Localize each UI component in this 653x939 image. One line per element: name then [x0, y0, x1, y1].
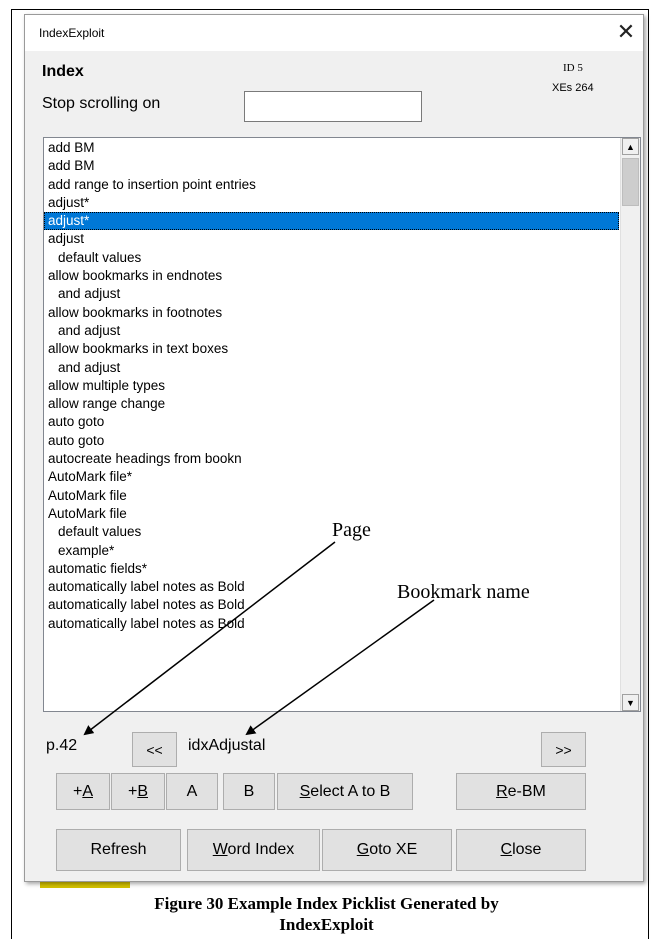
select-a-to-b-accel: S — [299, 782, 311, 800]
list-item[interactable]: and adjust — [44, 322, 619, 340]
title-bar: IndexExploit ✕ — [25, 15, 643, 51]
re-bm-accel: R — [496, 782, 508, 800]
next-button[interactable]: >> — [541, 732, 586, 767]
close-accel: C — [500, 841, 513, 858]
index-entry-listbox[interactable]: add BM add BM add range to insertion point… — [43, 137, 641, 712]
close-button[interactable]: Close — [456, 829, 586, 871]
list-item[interactable]: auto goto — [44, 413, 619, 431]
bookmark-name-annotation-label: Bookmark name — [397, 581, 530, 603]
add-b-prefix: + — [127, 782, 138, 800]
figure-caption-line2: IndexExploit — [279, 915, 374, 934]
list-item[interactable]: example* — [44, 542, 619, 560]
list-item[interactable]: allow bookmarks in footnotes — [44, 304, 619, 322]
list-item[interactable]: allow multiple types — [44, 377, 619, 395]
list-item[interactable]: auto goto — [44, 432, 619, 450]
close-rest: lose — [512, 841, 542, 858]
list-item[interactable]: adjust* — [44, 212, 619, 231]
list-item[interactable]: and adjust — [44, 359, 619, 377]
list-item[interactable]: add BM — [44, 139, 619, 157]
list-item[interactable]: allow range change — [44, 395, 619, 413]
bookmark-name-label: idxAdjustal — [188, 737, 266, 754]
list-item[interactable]: automatically label notes as Bold — [44, 615, 619, 633]
stop-scrolling-label: Stop scrolling on — [42, 95, 161, 112]
list-item[interactable]: adjust* — [44, 194, 619, 212]
goto-xe-button[interactable]: Goto XE — [322, 829, 452, 871]
goto-xe-rest: oto XE — [369, 841, 418, 858]
figure-caption-line1: Figure 30 Example Index Picklist Generat… — [154, 894, 499, 913]
index-exploit-dialog: IndexExploit ✕ Index ID 5 XEs 264 Stop s… — [24, 14, 644, 882]
list-item[interactable]: add range to insertion point entries — [44, 176, 619, 194]
previous-button[interactable]: << — [132, 732, 177, 767]
re-bm-rest: e-BM — [507, 782, 546, 800]
list-item[interactable]: allow bookmarks in text boxes — [44, 340, 619, 358]
vertical-scrollbar[interactable]: ▲ ▼ — [620, 138, 640, 711]
add-a-button[interactable]: +A — [56, 773, 110, 810]
index-heading: Index — [42, 63, 84, 80]
list-item[interactable]: automatically label notes as Bold — [44, 596, 619, 614]
page-annotation-label: Page — [332, 519, 371, 541]
list-item[interactable]: automatic fields* — [44, 560, 619, 578]
re-bm-button[interactable]: Re-BM — [456, 773, 586, 810]
page-number-label: p.42 — [46, 737, 78, 754]
id-label: ID 5 — [563, 62, 583, 74]
list-item[interactable]: allow bookmarks in endnotes — [44, 267, 619, 285]
word-index-rest: ord Index — [227, 841, 295, 858]
scroll-down-arrow-icon[interactable]: ▼ — [622, 694, 639, 711]
list-item[interactable]: and adjust — [44, 285, 619, 303]
refresh-button[interactable]: Refresh — [56, 829, 181, 871]
list-item[interactable]: add BM — [44, 157, 619, 175]
index-entry-list: add BM add BM add range to insertion point… — [44, 139, 619, 633]
goto-xe-accel: G — [356, 841, 370, 858]
add-a-accel: A — [82, 782, 93, 800]
add-b-button[interactable]: +B — [111, 773, 165, 810]
window-title: IndexExploit — [39, 26, 105, 40]
list-item[interactable]: AutoMark file — [44, 487, 619, 505]
select-a-to-b-button[interactable]: Select A to B — [277, 773, 413, 810]
xes-count-label: XEs 264 — [552, 82, 594, 94]
select-a-to-b-rest: elect A to B — [310, 782, 391, 800]
list-item[interactable]: AutoMark file* — [44, 468, 619, 486]
list-item[interactable]: automatically label notes as Bold — [44, 578, 619, 596]
a-button[interactable]: A — [166, 773, 218, 810]
add-a-prefix: + — [72, 782, 83, 800]
word-index-button[interactable]: Word Index — [187, 829, 320, 871]
scroll-thumb[interactable] — [622, 158, 639, 206]
b-button[interactable]: B — [223, 773, 275, 810]
close-icon[interactable]: ✕ — [611, 19, 641, 45]
scroll-up-arrow-icon[interactable]: ▲ — [622, 138, 639, 155]
word-index-accel: W — [212, 841, 228, 858]
stop-scrolling-input[interactable] — [244, 91, 422, 122]
list-item[interactable]: default values — [44, 249, 619, 267]
add-b-accel: B — [137, 782, 148, 800]
list-item[interactable]: autocreate headings from bookn — [44, 450, 619, 468]
list-item[interactable]: adjust — [44, 230, 619, 248]
